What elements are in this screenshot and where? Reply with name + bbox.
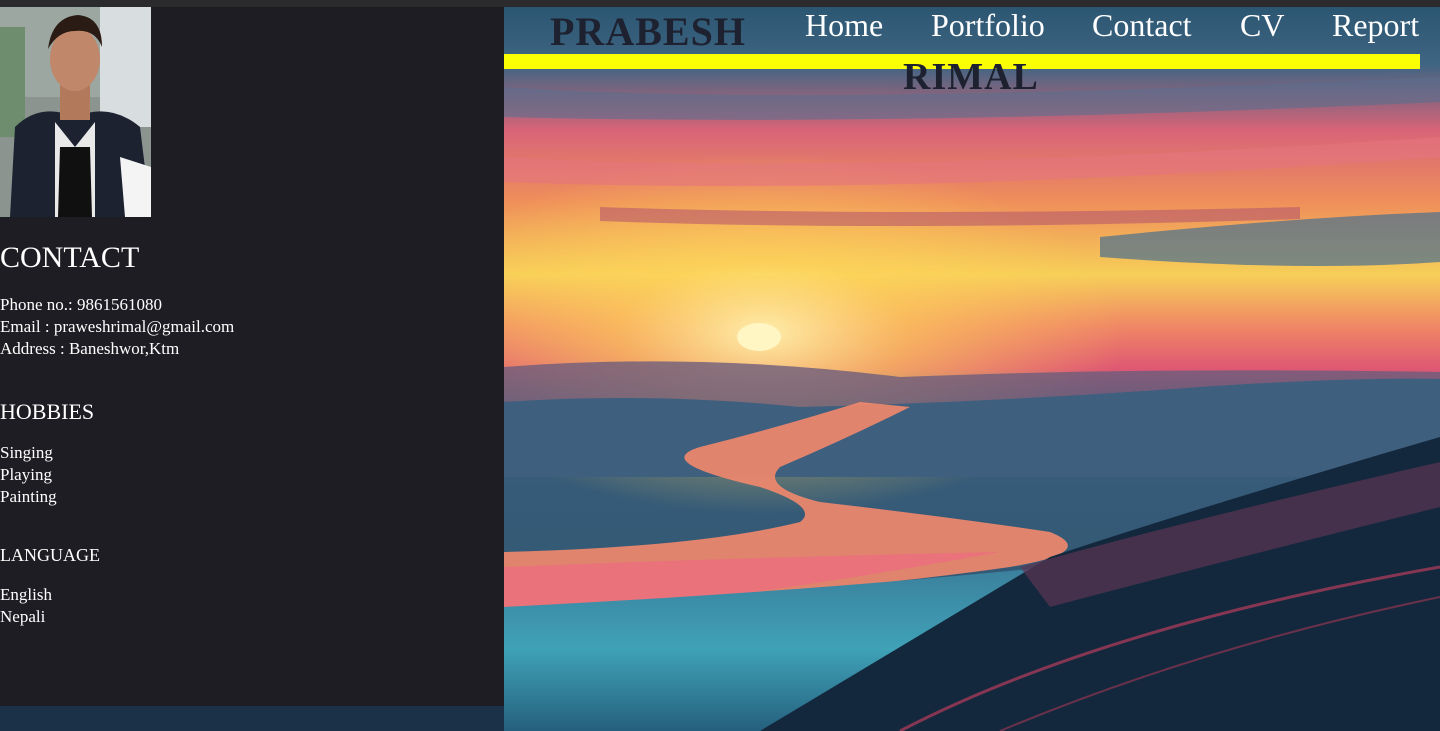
nav-contact-link[interactable]: Contact bbox=[1092, 7, 1192, 44]
hobbies-heading: HOBBIES bbox=[0, 399, 95, 424]
language-heading: LANGUAGE bbox=[0, 545, 100, 565]
profile-photo bbox=[0, 7, 151, 217]
phone-line: Phone no.: 9861561080 bbox=[0, 295, 162, 314]
site-name-first: PRABESH bbox=[550, 9, 746, 54]
browser-top-edge bbox=[0, 0, 1440, 7]
language-list: English Nepali bbox=[0, 584, 52, 628]
list-item: Nepali bbox=[0, 607, 46, 626]
nav-report-link[interactable]: Report bbox=[1332, 7, 1419, 44]
list-item: English bbox=[0, 585, 52, 604]
sidebar-panel: CONTACT Phone no.: 9861561080 Email : pr… bbox=[0, 7, 504, 706]
list-item: Playing bbox=[0, 465, 52, 484]
list-item: Painting bbox=[0, 487, 57, 506]
contact-heading: CONTACT bbox=[0, 241, 140, 274]
nav-portfolio-link[interactable]: Portfolio bbox=[931, 7, 1045, 44]
contact-details: Phone no.: 9861561080 Email : praweshrim… bbox=[0, 294, 234, 360]
list-item: Singing bbox=[0, 443, 53, 462]
nav-cv-link[interactable]: CV bbox=[1240, 7, 1284, 44]
nav-home-link[interactable]: Home bbox=[805, 7, 883, 44]
email-line: Email : praweshrimal@gmail.com bbox=[0, 317, 235, 336]
site-name-last: RIMAL bbox=[903, 56, 1039, 98]
hobbies-list: Singing Playing Painting bbox=[0, 442, 57, 508]
address-line: Address : Baneshwor,Ktm bbox=[0, 339, 180, 358]
